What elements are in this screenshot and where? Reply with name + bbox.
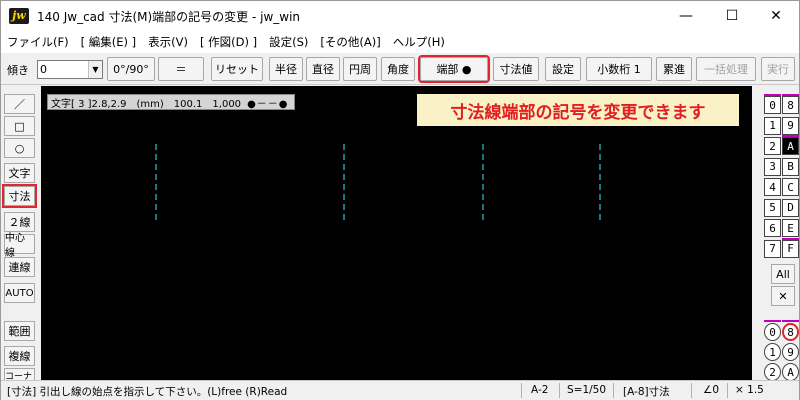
status-bar: [寸法] 引出し線の始点を指示して下さい。(L)free (R)Read A-2… (1, 380, 799, 400)
layer-button[interactable]: 3 (764, 157, 781, 176)
all-layers-button[interactable]: All (771, 264, 795, 284)
tilt-combobox[interactable]: 0 ▼ (37, 60, 103, 79)
chevron-down-icon[interactable]: ▼ (88, 61, 102, 78)
tilt-label: 傾き (7, 64, 29, 77)
layer-group-mark (782, 320, 799, 322)
menu-help[interactable]: ヘルプ(H) (387, 34, 451, 50)
layer-button[interactable]: D (782, 198, 799, 217)
menu-other[interactable]: [その他(A)] (314, 34, 386, 50)
layer-mark (764, 94, 781, 96)
equal-button[interactable]: ＝ (158, 57, 204, 81)
layer-button[interactable]: 1 (764, 116, 781, 135)
reset-button[interactable]: リセット (211, 57, 263, 81)
radius-button[interactable]: 半径 (269, 57, 303, 81)
circumference-button[interactable]: 円周 (343, 57, 377, 81)
angle-0-90-button[interactable]: 0°/90° (107, 57, 155, 81)
angle-dimension-button[interactable]: 角度 (381, 57, 415, 81)
layer-button[interactable]: E (782, 219, 799, 237)
layer-button[interactable]: 5 (764, 198, 781, 217)
menu-file[interactable]: ファイル(F) (1, 34, 75, 50)
layer-group-button[interactable]: A (782, 363, 799, 381)
dimension-toolbar: 傾き 0 ▼ 0°/90° ＝ リセット 半径 直径 円周 角度 端部 ● 寸法… (1, 53, 799, 85)
layer-button[interactable]: 4 (764, 178, 781, 196)
tilt-value: 0 (40, 63, 47, 76)
dimension-value-button[interactable]: 寸法値 (493, 57, 539, 81)
end-mark-button[interactable]: 端部 ● (418, 55, 490, 83)
dimension-tool-button[interactable]: 寸法 (2, 184, 37, 208)
menu-view[interactable]: 表示(V) (142, 34, 194, 50)
menu-bar: ファイル(F) [ 編集(E) ] 表示(V) [ 作図(D) ] 設定(S) … (1, 31, 799, 53)
layer-button[interactable]: 0 (764, 96, 781, 114)
layer-group-button[interactable]: 0 (764, 323, 781, 341)
center-line-tool-button[interactable]: 中心線 (4, 233, 35, 259)
layer-button[interactable]: 2 (764, 137, 781, 155)
layer-group-button[interactable]: 2 (764, 363, 781, 381)
layer-mark (782, 238, 799, 240)
layer-group-button[interactable]: 8 (782, 323, 799, 341)
diameter-button[interactable]: 直径 (306, 57, 340, 81)
text-tool-button[interactable]: 文字 (4, 163, 35, 183)
layer-button[interactable]: 6 (764, 219, 781, 237)
drawing-canvas[interactable]: 文字[ 3 ]2.8,2.9 (mm) 100.1 1,000 ●－－● 寸法線… (41, 86, 752, 380)
current-layer[interactable]: [A-8]寸法 (623, 384, 670, 399)
menu-draw[interactable]: [ 作図(D) ] (194, 34, 263, 50)
menu-settings[interactable]: 設定(S) (263, 34, 314, 50)
layer-button[interactable]: 7 (764, 239, 781, 258)
layer-button[interactable]: C (782, 178, 799, 196)
close-button[interactable]: ✕ (753, 1, 799, 31)
rectangle-tool-button[interactable]: □ (4, 116, 35, 136)
layer-group-button[interactable]: 9 (782, 343, 799, 361)
layer-group-button[interactable]: 1 (764, 343, 781, 361)
window-title: 140 Jw_cad 寸法(M)端部の記号の変更 - jw_win (37, 9, 301, 24)
layer-button[interactable]: F (782, 239, 799, 258)
layer-button[interactable]: A (782, 137, 799, 155)
app-logo-icon: jw (9, 8, 29, 24)
zoom-readout[interactable]: × 1.5 (735, 384, 764, 396)
paper-size[interactable]: A-2 (531, 384, 548, 396)
decimal-places-button[interactable]: 小数桁 1 (586, 57, 652, 81)
parallel-line-tool-button[interactable]: 複線 (4, 346, 35, 366)
circle-tool-button[interactable]: ○ (4, 138, 35, 158)
layer-mark (782, 135, 799, 137)
layer-group-mark (764, 320, 781, 322)
range-tool-button[interactable]: 範囲 (4, 321, 35, 341)
title-bar: jw 140 Jw_cad 寸法(M)端部の記号の変更 - jw_win — ☐… (1, 1, 799, 31)
continuous-line-tool-button[interactable]: 連線 (4, 257, 35, 277)
line-tool-button[interactable]: ／ (4, 94, 35, 114)
clear-layers-button[interactable]: ✕ (771, 286, 795, 306)
layer-button[interactable]: B (782, 157, 799, 176)
dimension-guide-lines (155, 144, 601, 224)
app-window: jw 140 Jw_cad 寸法(M)端部の記号の変更 - jw_win — ☐… (0, 0, 800, 400)
layer-mark (782, 94, 799, 96)
scale-readout[interactable]: S=1/50 (567, 384, 606, 396)
settings-button[interactable]: 設定 (545, 57, 581, 81)
angle-readout[interactable]: ∠0 (703, 384, 719, 396)
layer-button[interactable]: 9 (782, 116, 799, 135)
batch-process-button[interactable]: 一括処理 (696, 57, 756, 81)
maximize-button[interactable]: ☐ (709, 1, 755, 31)
minimize-button[interactable]: — (663, 1, 709, 31)
execute-button[interactable]: 実行 (761, 57, 795, 81)
auto-tool-button[interactable]: AUTO (4, 283, 35, 303)
tool-palette: ／ □ ○ 文字 寸法 ２線 中心線 連線 AUTO 範囲 複線 コーナー (1, 86, 39, 382)
layer-button[interactable]: 8 (782, 96, 799, 114)
cumulative-button[interactable]: 累進 (656, 57, 692, 81)
status-message: [寸法] 引出し線の始点を指示して下さい。(L)free (R)Read (7, 386, 288, 398)
menu-edit[interactable]: [ 編集(E) ] (75, 34, 143, 50)
